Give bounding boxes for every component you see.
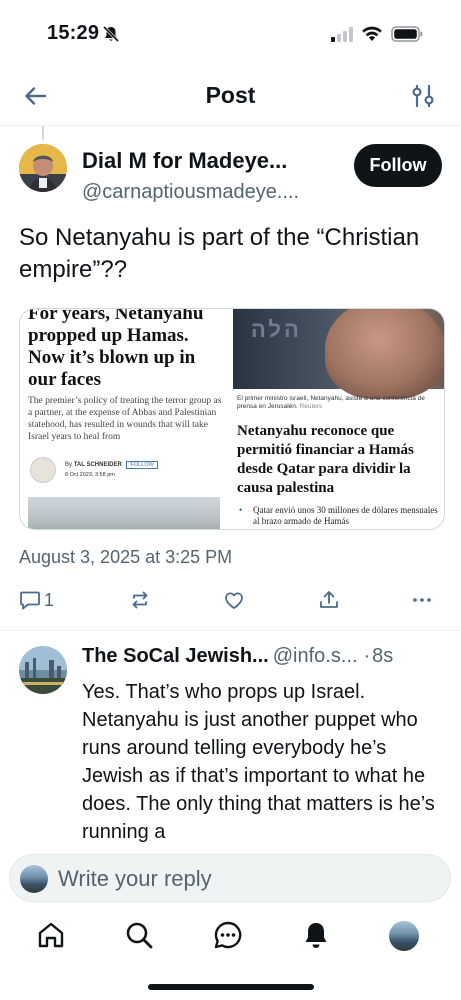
author-handle[interactable]: @carnaptiousmadeye....: [82, 181, 299, 204]
like-button[interactable]: [223, 587, 245, 613]
tab-notifications[interactable]: [301, 920, 331, 950]
section-divider: [0, 630, 461, 631]
photo-face: [325, 309, 444, 399]
reply-author-handle[interactable]: @info.s...: [273, 645, 358, 667]
caption-text: El primer ministro israelí, Netanyahu, a…: [237, 395, 425, 410]
reply-header: The SoCal Jewish... @info.s... · 8s: [82, 645, 447, 671]
byline-prefix: By: [65, 462, 73, 468]
bell-muted-icon: [102, 25, 120, 43]
post-timestamp: August 3, 2025 at 3:25 PM: [19, 547, 233, 567]
byline-avatar: [30, 457, 56, 483]
tab-search[interactable]: [124, 920, 154, 950]
cellular-signal-icon: [331, 27, 353, 42]
top-nav-bar: Post: [0, 66, 461, 126]
reply-avatar-image: [19, 646, 67, 694]
page-title: Post: [205, 82, 256, 108]
share-icon: [320, 591, 338, 608]
article-headline-es: Netanyahu reconoce que permitió financia…: [237, 423, 414, 496]
post-media[interactable]: For years, Netanyahu propped up Hamas. N…: [19, 308, 445, 530]
media-image-right[interactable]: הלה El primer ministro israelí, Netanyah…: [233, 309, 444, 529]
home-indicator: [148, 984, 314, 990]
sliders-icon[interactable]: [411, 82, 435, 110]
article-headline-en: For years, Netanyahu propped up Hamas. N…: [28, 309, 204, 390]
status-time: 15:29: [47, 22, 100, 44]
article-photo: [28, 497, 220, 529]
reply-button[interactable]: 1: [19, 587, 54, 613]
author-avatar[interactable]: [19, 144, 67, 192]
author-avatar-image: [19, 144, 67, 192]
article-bullet-es: Qatar envió unos 30 millones de dólares …: [237, 505, 442, 527]
bottom-tab-bar: [0, 910, 461, 966]
article-byline: By TAL SCHNEIDER FOLLOW: [65, 461, 158, 469]
follow-button[interactable]: Follow: [354, 144, 442, 187]
repost-icon: [132, 591, 148, 609]
separator-dot: ·: [363, 645, 371, 667]
post-text: So Netanyahu is part of the “Christian e…: [19, 224, 420, 283]
reply-author-avatar[interactable]: [19, 646, 67, 694]
notifications-icon: [305, 923, 327, 948]
heart-icon: [225, 592, 243, 609]
byline-follow-tag: FOLLOW: [126, 461, 158, 469]
photo-caption: El primer ministro israelí, Netanyahu, a…: [237, 395, 441, 411]
reply-composer[interactable]: Write your reply: [9, 854, 451, 902]
tab-profile-avatar[interactable]: [389, 921, 419, 951]
post-actions: 1: [0, 585, 461, 615]
photo-sign-text: הלה: [251, 317, 302, 342]
reply-author-name[interactable]: The SoCal Jewish...: [82, 645, 269, 667]
status-bar: 15:29: [0, 0, 461, 66]
wifi-icon: [362, 26, 382, 41]
caption-credit: Reuters: [299, 403, 323, 410]
comment-icon: [20, 591, 40, 610]
more-icon: [413, 598, 431, 602]
search-icon: [126, 922, 153, 949]
article-date: 8 Oct 2023, 3:58 pm: [65, 472, 115, 478]
battery-icon: [391, 26, 423, 42]
tab-home[interactable]: [36, 920, 66, 950]
reply-text: Yes. That’s who props up Israel. Netanya…: [82, 681, 435, 843]
reply-time: 8s: [372, 645, 394, 667]
article-standfirst-en: The premier’s policy of treating the ter…: [28, 396, 222, 442]
tab-messages[interactable]: [213, 920, 243, 950]
messages-icon: [214, 921, 242, 949]
byline-author: TAL SCHNEIDER: [73, 462, 122, 468]
composer-avatar: [20, 865, 48, 893]
share-button[interactable]: [318, 587, 340, 613]
netanyahu-photo: הלה: [233, 309, 444, 399]
media-image-left[interactable]: For years, Netanyahu propped up Hamas. N…: [20, 309, 229, 529]
more-button[interactable]: [411, 587, 433, 613]
repost-button[interactable]: [129, 587, 151, 613]
home-icon: [38, 922, 64, 948]
reply-input[interactable]: Write your reply: [58, 866, 212, 892]
thread-connector-line: [42, 126, 44, 140]
reply-count: 1: [44, 589, 55, 610]
author-name[interactable]: Dial M for Madeye...: [82, 148, 287, 174]
